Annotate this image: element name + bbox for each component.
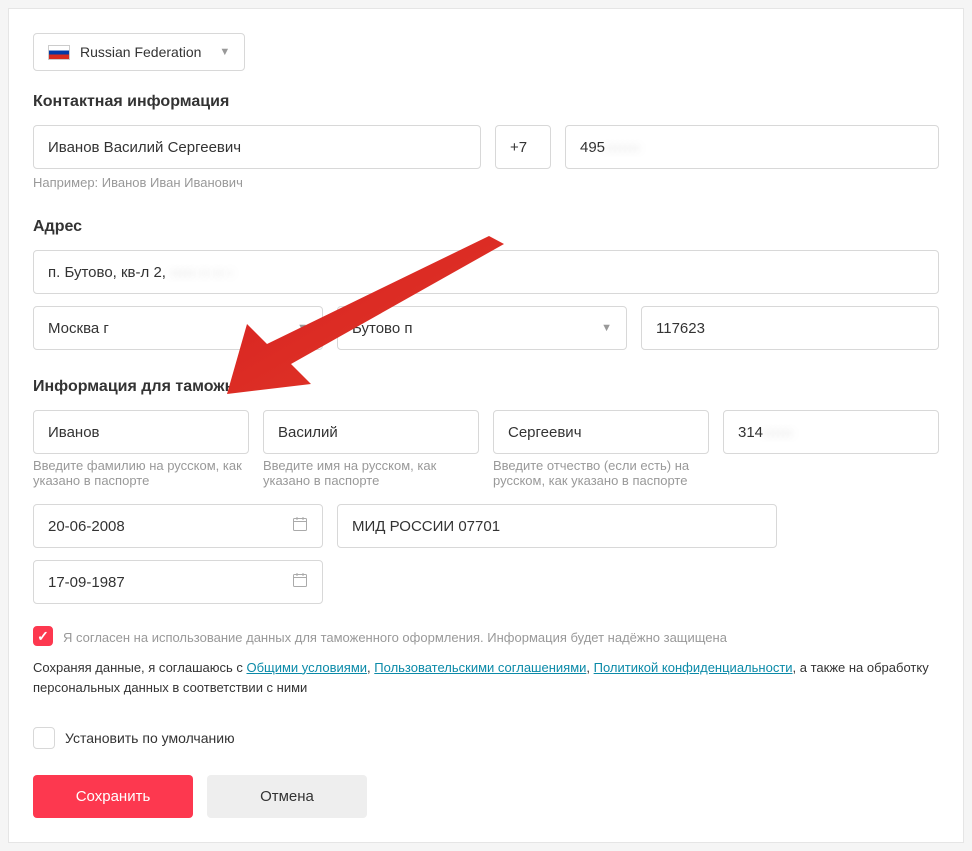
russia-flag-icon	[48, 45, 70, 60]
calendar-icon	[292, 572, 308, 592]
zip-input[interactable]	[656, 320, 924, 337]
terms-privacy-link[interactable]: Политикой конфиденциальности	[594, 660, 793, 675]
issue-date-field[interactable]: 20-06-2008	[33, 504, 323, 548]
birth-date-value: 17-09-1987	[48, 574, 125, 591]
customs-section-title: Информация для таможни	[33, 378, 939, 396]
street-field[interactable]: п. Бутово, кв-л 2, ····· ·· ·· ·	[33, 250, 939, 294]
passport-visible: 314	[738, 424, 763, 441]
district-select[interactable]: Бутово п ▼	[337, 306, 627, 350]
city-value: Москва г	[48, 320, 109, 337]
first-name-hint: Введите имя на русском, как указано в па…	[263, 458, 479, 488]
district-value: Бутово п	[352, 320, 413, 337]
patronymic-field[interactable]	[493, 410, 709, 454]
address-form-panel: Russian Federation ▼ Контактная информац…	[8, 8, 964, 843]
set-default-checkbox[interactable]	[33, 727, 55, 749]
set-default-label: Установить по умолчанию	[65, 730, 235, 746]
first-name-field[interactable]	[263, 410, 479, 454]
save-button[interactable]: Сохранить	[33, 775, 193, 818]
terms-user-agreement-link[interactable]: Пользовательскими соглашениями	[374, 660, 586, 675]
cancel-button[interactable]: Отмена	[207, 775, 367, 818]
full-name-input[interactable]	[48, 139, 466, 156]
birth-date-field[interactable]: 17-09-1987	[33, 560, 323, 604]
issue-date-value: 20-06-2008	[48, 518, 125, 535]
street-hidden: ····· ·· ·· ·	[170, 264, 232, 281]
phone-visible: 495	[580, 139, 605, 156]
phone-number-field[interactable]: 495·······	[565, 125, 939, 169]
patronymic-hint: Введите отчество (если есть) на русском,…	[493, 458, 709, 488]
authority-input[interactable]	[352, 518, 762, 535]
city-select[interactable]: Москва г ▼	[33, 306, 323, 350]
phone-code-field[interactable]: +7	[495, 125, 551, 169]
contact-section-title: Контактная информация	[33, 93, 939, 111]
chevron-down-icon: ▼	[297, 322, 308, 334]
calendar-icon	[292, 516, 308, 536]
consent-checkbox[interactable]	[33, 626, 53, 646]
authority-field[interactable]	[337, 504, 777, 548]
terms-general-link[interactable]: Общими условиями	[246, 660, 367, 675]
full-name-hint: Например: Иванов Иван Иванович	[33, 175, 939, 190]
last-name-field[interactable]	[33, 410, 249, 454]
country-select[interactable]: Russian Federation ▼	[33, 33, 245, 71]
country-label: Russian Federation	[80, 44, 201, 60]
first-name-input[interactable]	[278, 424, 464, 441]
consent-text: Я согласен на использование данных для т…	[63, 626, 727, 648]
terms-text: Сохраняя данные, я соглашаюсь с Общими у…	[33, 658, 939, 700]
passport-hidden: ······	[763, 424, 793, 441]
chevron-down-icon: ▼	[601, 322, 612, 334]
last-name-input[interactable]	[48, 424, 234, 441]
patronymic-input[interactable]	[508, 424, 694, 441]
passport-number-field[interactable]: 314······	[723, 410, 939, 454]
last-name-hint: Введите фамилию на русском, как указано …	[33, 458, 249, 488]
full-name-field[interactable]	[33, 125, 481, 169]
phone-hidden: ·······	[605, 139, 640, 156]
street-visible: п. Бутово, кв-л 2,	[48, 264, 166, 281]
chevron-down-icon: ▼	[219, 46, 230, 58]
zip-field[interactable]	[641, 306, 939, 350]
phone-code-value: +7	[510, 139, 527, 156]
address-section-title: Адрес	[33, 218, 939, 236]
